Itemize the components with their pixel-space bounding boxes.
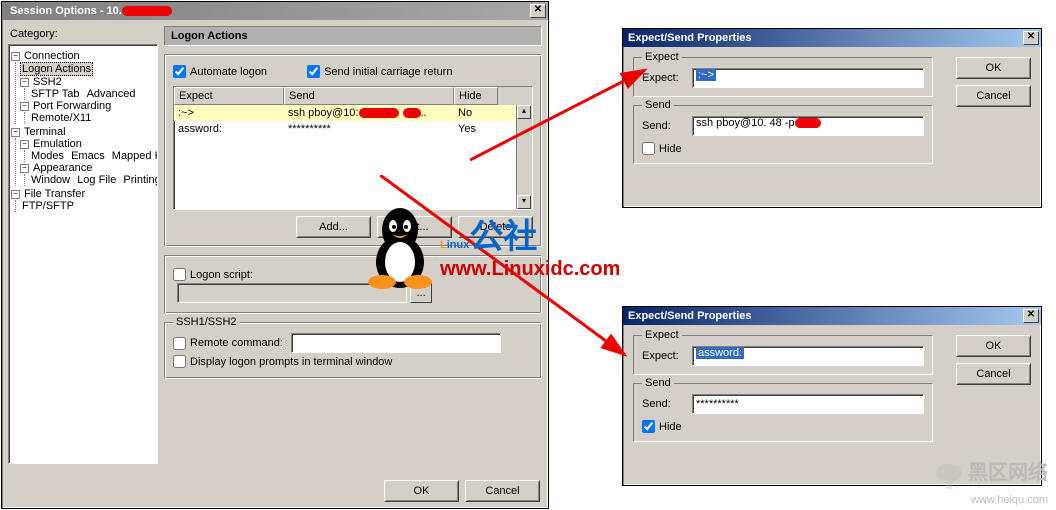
cancel-button[interactable]: Cancel (956, 363, 1031, 385)
expect-input[interactable]: :~> (692, 68, 924, 88)
expect-group: Expect Expect: assword: (633, 335, 933, 375)
tree-connection[interactable]: Connection (22, 50, 82, 62)
tree-emacs[interactable]: Emacs (69, 150, 107, 162)
expect-send-list[interactable]: Expect Send Hide :~> ssh pboy@10:.. No a… (173, 86, 533, 210)
send-group: Send Send: Hide (633, 383, 933, 442)
tree-toggle-icon[interactable]: − (20, 164, 29, 173)
automate-logon-checkbox[interactable]: Automate logon (173, 65, 267, 78)
tree-sftp-tab[interactable]: SFTP Tab (29, 88, 82, 100)
tree-toggle-icon[interactable]: − (11, 52, 20, 61)
tree-toggle-icon[interactable]: − (20, 140, 29, 149)
logon-script-input[interactable] (177, 283, 407, 303)
delete-button[interactable]: Delete (458, 216, 533, 238)
list-row[interactable]: :~> ssh pboy@10:.. No (174, 105, 532, 121)
close-icon[interactable]: ✕ (1023, 309, 1039, 323)
tree-modes[interactable]: Modes (29, 150, 66, 162)
tree-emulation[interactable]: Emulation (31, 138, 84, 150)
scrollbar[interactable]: ▴ ▾ (516, 105, 532, 209)
logon-script-group: Logon script: ... (164, 255, 542, 314)
tree-log-file[interactable]: Log File (75, 174, 118, 186)
ok-button[interactable]: OK (956, 335, 1031, 357)
remote-command-checkbox[interactable]: Remote command: (173, 333, 533, 353)
expect-label: Expect: (642, 350, 686, 362)
scroll-down-icon[interactable]: ▾ (517, 195, 531, 209)
titlebar[interactable]: Session Options - 10. ✕ (2, 2, 548, 20)
tree-remote-x11[interactable]: Remote/X11 (29, 112, 93, 124)
category-tree[interactable]: −Connection Logon Actions −SSH2 SFTP Tab… (8, 44, 158, 464)
session-options-dialog: Session Options - 10. ✕ Category: −Conne… (1, 1, 549, 509)
col-expect[interactable]: Expect (174, 87, 284, 105)
cancel-button[interactable]: Cancel (956, 85, 1031, 107)
col-hide[interactable]: Hide (454, 87, 498, 105)
logon-script-checkbox[interactable]: Logon script: (173, 268, 533, 281)
hide-checkbox[interactable]: Hide (642, 142, 924, 155)
display-prompts-checkbox[interactable]: Display logon prompts in terminal window (173, 355, 533, 368)
browse-button[interactable]: ... (410, 283, 432, 303)
list-row[interactable]: assword: ********** Yes (174, 121, 532, 137)
close-icon[interactable]: ✕ (1023, 31, 1039, 45)
cancel-button[interactable]: Cancel (465, 480, 540, 502)
send-group: Send Send: ssh pboy@10. 48 -p Hide (633, 105, 933, 164)
send-initial-checkbox[interactable]: Send initial carriage return (307, 65, 452, 78)
tree-port-forwarding[interactable]: Port Forwarding (31, 100, 113, 112)
tree-window[interactable]: Window (29, 174, 72, 186)
send-label: Send: (642, 398, 686, 410)
send-input[interactable]: ssh pboy@10. 48 -p (692, 116, 924, 136)
tree-printing[interactable]: Printing (121, 174, 158, 186)
send-input[interactable] (692, 394, 924, 414)
tree-logon-actions[interactable]: Logon Actions (20, 62, 93, 76)
close-icon[interactable]: ✕ (530, 4, 546, 18)
scroll-up-icon[interactable]: ▴ (517, 105, 531, 119)
expect-input[interactable]: assword: (692, 346, 924, 366)
add-button[interactable]: Add... (296, 216, 371, 238)
window-title: Session Options - 10. (4, 5, 530, 17)
remote-command-input[interactable] (291, 333, 501, 353)
titlebar[interactable]: Expect/Send Properties ✕ (623, 307, 1041, 325)
logon-group: Automate logon Send initial carriage ret… (164, 54, 542, 247)
category-label: Category: (10, 28, 158, 40)
expect-label: Expect: (642, 72, 686, 84)
expect-send-dialog-1: Expect/Send Properties ✕ Expect Expect: … (622, 28, 1042, 208)
tree-mapped-keys[interactable]: Mapped Keys (110, 150, 158, 162)
col-send[interactable]: Send (284, 87, 454, 105)
ssh-group: SSH1/SSH2 Remote command: Display logon … (164, 322, 542, 379)
ssh-legend: SSH1/SSH2 (173, 316, 240, 328)
titlebar[interactable]: Expect/Send Properties ✕ (623, 29, 1041, 47)
tree-file-transfer[interactable]: File Transfer (22, 188, 87, 200)
mushroom-icon (934, 461, 964, 491)
window-title: Expect/Send Properties (625, 32, 1023, 44)
panel-header: Logon Actions (164, 26, 542, 46)
tree-toggle-icon[interactable]: − (20, 78, 29, 87)
hide-checkbox[interactable]: Hide (642, 420, 924, 433)
tree-ssh2[interactable]: SSH2 (31, 76, 64, 88)
ok-button[interactable]: OK (384, 480, 459, 502)
tree-appearance[interactable]: Appearance (31, 162, 94, 174)
tree-toggle-icon[interactable]: − (11, 190, 20, 199)
tree-toggle-icon[interactable]: − (20, 102, 29, 111)
window-title: Expect/Send Properties (625, 310, 1023, 322)
edit-button[interactable]: Edit... (377, 216, 452, 238)
watermark-heiqu: 黑区网络 www.heiqu.com (934, 456, 1048, 506)
expect-group: Expect Expect: :~> (633, 57, 933, 97)
tree-advanced[interactable]: Advanced (85, 88, 138, 100)
tree-ftp-sftp[interactable]: FTP/SFTP (20, 200, 76, 212)
ok-button[interactable]: OK (956, 57, 1031, 79)
tree-terminal[interactable]: Terminal (22, 126, 68, 138)
send-label: Send: (642, 120, 686, 132)
tree-toggle-icon[interactable]: − (11, 128, 20, 137)
